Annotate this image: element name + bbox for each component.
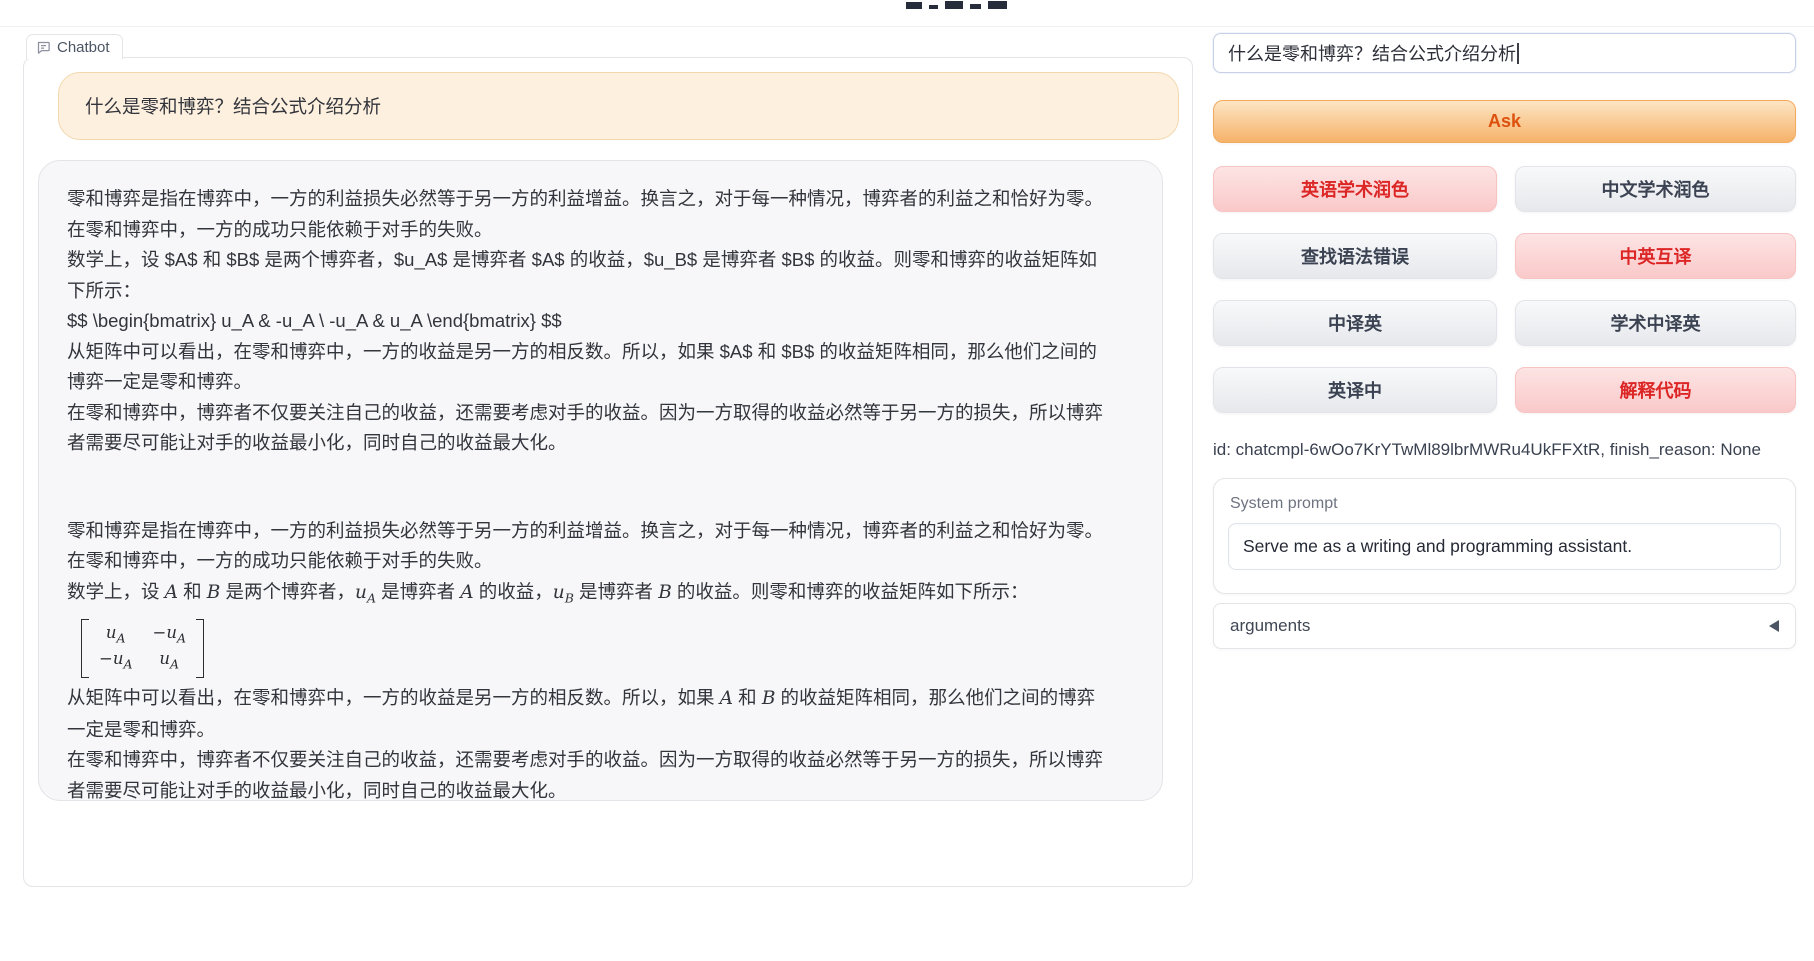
chat-bubble-icon — [36, 40, 51, 55]
user-message-text: 什么是零和博弈？结合公式介绍分析 — [85, 93, 381, 119]
question-input[interactable]: 什么是零和博弈？结合公式介绍分析 — [1213, 33, 1796, 73]
latex-matrix: uA −uA −uA uA — [81, 619, 204, 679]
title-glyph-fragment — [970, 4, 981, 9]
latex-matrix-row: uA −uA −uA uA — [67, 614, 1112, 684]
latex-source-line: $$ \begin{bmatrix} u_A & -u_A \ -u_A & u… — [67, 310, 562, 331]
ask-button[interactable]: Ask — [1213, 100, 1796, 143]
arguments-label: arguments — [1230, 616, 1310, 636]
title-glyph-fragment — [988, 1, 1007, 9]
btn-explain-code[interactable]: 解释代码 — [1515, 367, 1796, 413]
bot-message-rendered-cont: 从矩阵中可以看出，在零和博弈中，一方的收益是另一方的相反数。所以，如果 A 和 … — [67, 683, 1112, 801]
chatbot-panel: 什么是零和博弈？结合公式介绍分析 零和博弈是指在博弈中，一方的利益损失必然等于另… — [23, 57, 1193, 887]
right-bracket — [196, 619, 204, 679]
clipped-page-title — [906, 0, 1046, 9]
question-input-value: 什么是零和博弈？结合公式介绍分析 — [1228, 40, 1516, 66]
bot-message-rendered: 零和博弈是指在博弈中，一方的利益损失必然等于另一方的利益增益。换言之，对于每一种… — [67, 516, 1112, 614]
page-divider — [0, 26, 1814, 27]
btn-zh-to-en[interactable]: 中译英 — [1213, 300, 1497, 346]
status-line: id: chatcmpl-6wOo7KrYTwMl89lbrMWRu4UkFFX… — [1213, 440, 1796, 460]
system-prompt-panel: System prompt Serve me as a writing and … — [1213, 478, 1796, 594]
paragraph-gap — [67, 459, 1112, 516]
bot-message-bubble: 零和博弈是指在博弈中，一方的利益损失必然等于另一方的利益增益。换言之，对于每一种… — [38, 160, 1163, 801]
system-prompt-input[interactable]: Serve me as a writing and programming as… — [1228, 523, 1781, 570]
left-bracket — [81, 619, 89, 679]
user-message-bubble: 什么是零和博弈？结合公式介绍分析 — [58, 72, 1179, 140]
text-caret — [1517, 43, 1519, 64]
btn-chinese-academic-polish[interactable]: 中文学术润色 — [1515, 166, 1796, 212]
quick-action-grid: 英语学术润色 中文学术润色 查找语法错误 中英互译 中译英 学术中译英 英译中 … — [1213, 166, 1796, 413]
chatbot-label-text: Chatbot — [57, 39, 110, 56]
btn-academic-zh-to-en[interactable]: 学术中译英 — [1515, 300, 1796, 346]
title-glyph-fragment — [945, 1, 963, 9]
title-glyph-fragment — [906, 2, 922, 9]
btn-zh-en-mutual-translate[interactable]: 中英互译 — [1515, 233, 1796, 279]
title-glyph-fragment — [929, 5, 938, 9]
accordion-collapse-arrow-icon — [1769, 620, 1779, 632]
btn-find-grammar-errors[interactable]: 查找语法错误 — [1213, 233, 1497, 279]
chatbot-label: Chatbot — [26, 34, 123, 59]
btn-en-to-zh[interactable]: 英译中 — [1213, 367, 1497, 413]
system-prompt-label: System prompt — [1230, 495, 1781, 513]
system-prompt-value: Serve me as a writing and programming as… — [1243, 536, 1632, 557]
btn-english-academic-polish[interactable]: 英语学术润色 — [1213, 166, 1497, 212]
bot-message-raw: 零和博弈是指在博弈中，一方的利益损失必然等于另一方的利益增益。换言之，对于每一种… — [67, 184, 1112, 459]
control-column: 什么是零和博弈？结合公式介绍分析 Ask 英语学术润色 中文学术润色 查找语法错… — [1213, 33, 1796, 649]
arguments-accordion[interactable]: arguments — [1213, 603, 1796, 649]
